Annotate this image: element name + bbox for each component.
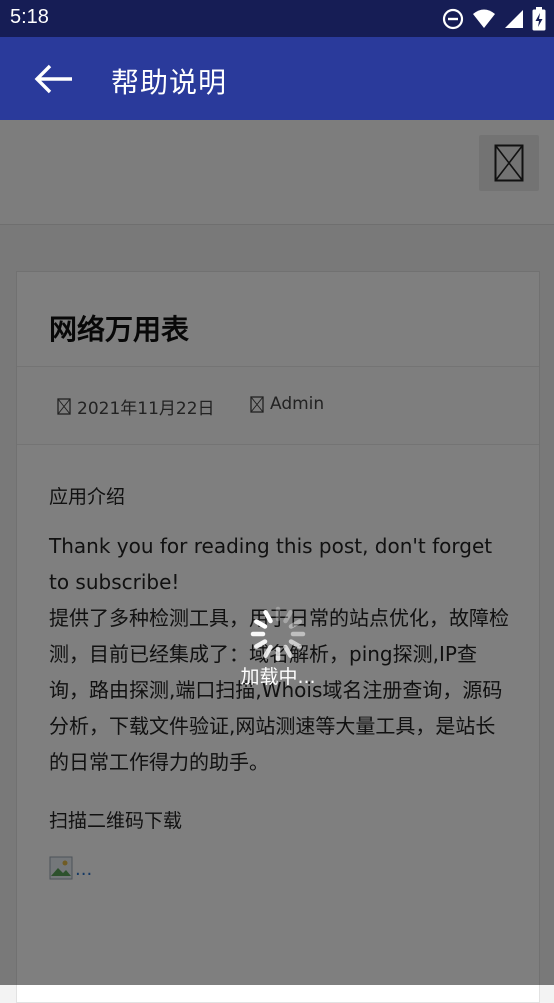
do-not-disturb-icon [442, 8, 464, 30]
arrow-left-icon [34, 64, 72, 94]
status-time: 5:18 [10, 6, 49, 28]
wifi-icon [473, 9, 495, 28]
back-button[interactable] [30, 59, 78, 99]
loading-overlay: 加载中... [0, 120, 554, 985]
loading-indicator: 加载中... [237, 604, 319, 689]
status-bar: 5:18 [0, 0, 554, 37]
app-bar: 帮助说明 [0, 37, 554, 120]
page-title: 帮助说明 [111, 66, 228, 99]
cell-signal-icon [505, 10, 523, 28]
spinner-icon [250, 606, 306, 662]
loading-text: 加载中... [240, 666, 316, 688]
battery-charging-icon [532, 7, 546, 31]
status-icons [442, 6, 546, 32]
